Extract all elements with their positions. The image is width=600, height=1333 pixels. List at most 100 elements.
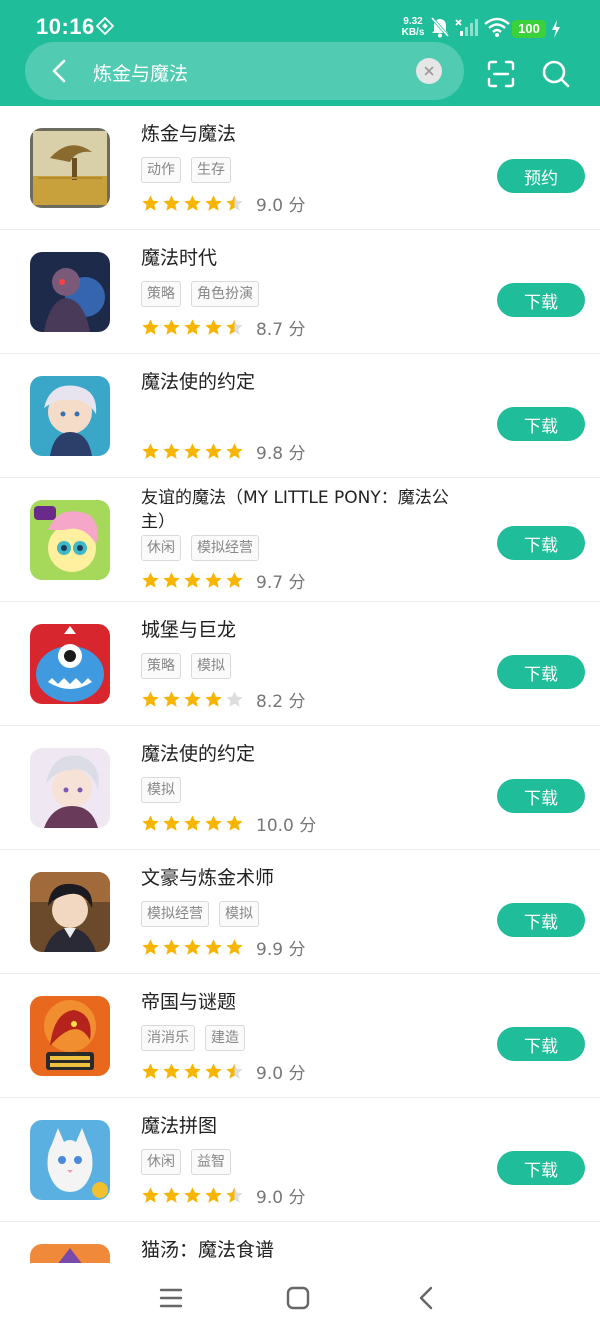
- star-full-icon: [163, 319, 180, 335]
- app-icon-promise-of-wizard-2: [30, 748, 110, 828]
- list-item[interactable]: 炼金与魔法 动作 生存 9.0 分 预约: [0, 106, 600, 230]
- list-item[interactable]: 城堡与巨龙 策略 模拟 8.2 分 下载: [0, 602, 600, 726]
- list-item[interactable]: 魔法使的约定 9.8 分 下载: [0, 354, 600, 478]
- star-full-icon: [142, 443, 159, 459]
- star-full-icon: [163, 572, 180, 588]
- app-name: 魔法拼图: [141, 1115, 218, 1137]
- app-score: 9.7 分: [256, 573, 306, 593]
- star-full-icon: [163, 1063, 180, 1079]
- download-button[interactable]: 下载: [497, 1027, 585, 1061]
- reserve-button[interactable]: 预约: [497, 159, 585, 193]
- download-button[interactable]: 下载: [497, 779, 585, 813]
- location-diamond-icon: [95, 16, 115, 39]
- app-tag: 休闲: [141, 1149, 181, 1175]
- download-button[interactable]: 下载: [497, 283, 585, 317]
- scan-button[interactable]: [486, 59, 516, 89]
- list-item[interactable]: 友谊的魔法（MY LITTLE PONY：魔法公主） 休闲 模拟经营 9.7 分…: [0, 478, 600, 602]
- charging-icon: [551, 20, 561, 42]
- star-full-icon: [184, 1063, 201, 1079]
- app-header: 10:16 9.32 KB/s 100: [0, 0, 600, 106]
- app-name: 帝国与谜题: [141, 991, 237, 1013]
- download-button[interactable]: 下载: [497, 526, 585, 560]
- app-tag: 策略: [141, 653, 181, 679]
- star-full-icon: [142, 319, 159, 335]
- menu-icon[interactable]: [156, 1283, 186, 1313]
- app-rating: 9.8 分: [141, 439, 305, 464]
- status-bar: 10:16 9.32 KB/s 100: [0, 0, 600, 44]
- app-rating: 9.9 分: [141, 935, 305, 960]
- app-icon-magic-puzzle: [30, 1120, 110, 1200]
- app-tag: 生存: [191, 157, 231, 183]
- app-tag: 模拟: [191, 653, 231, 679]
- app-rating: 8.7 分: [141, 315, 305, 340]
- app-score: 8.2 分: [256, 692, 306, 712]
- star-full-icon: [184, 939, 201, 955]
- download-button[interactable]: 下载: [497, 655, 585, 689]
- star-full-icon: [184, 815, 201, 831]
- app-tag: 动作: [141, 157, 181, 183]
- star-full-icon: [142, 195, 159, 211]
- download-button[interactable]: 下载: [497, 1151, 585, 1185]
- app-icon-my-little-pony: [30, 500, 110, 580]
- back-nav-icon[interactable]: [412, 1283, 442, 1313]
- app-score: 9.8 分: [256, 444, 306, 464]
- app-tags: 休闲 模拟经营: [141, 535, 259, 561]
- status-time: 10:16: [36, 14, 95, 39]
- app-name: 魔法时代: [141, 247, 218, 269]
- list-item[interactable]: 帝国与谜题 消消乐 建造 9.0 分 下载: [0, 974, 600, 1098]
- search-button[interactable]: [541, 59, 571, 89]
- star-full-icon: [226, 443, 243, 459]
- app-tag: 策略: [141, 281, 181, 307]
- star-full-icon: [205, 319, 222, 335]
- star-full-icon: [226, 939, 243, 955]
- search-input[interactable]: [91, 54, 395, 90]
- star-half-icon: [226, 319, 243, 335]
- star-full-icon: [184, 319, 201, 335]
- search-results-list[interactable]: 炼金与魔法 动作 生存 9.0 分 预约 魔法时代 策略 角色扮演 8.7 分 …: [0, 106, 600, 1263]
- signal-icon: [454, 16, 478, 42]
- home-icon[interactable]: [283, 1283, 313, 1313]
- star-full-icon: [205, 1063, 222, 1079]
- list-item[interactable]: 猫汤：魔法食谱: [0, 1222, 600, 1263]
- app-tag: 模拟经营: [191, 535, 259, 561]
- star-full-icon: [226, 815, 243, 831]
- app-name: 炼金与魔法: [141, 123, 237, 145]
- list-item[interactable]: 魔法使的约定 模拟 10.0 分 下载: [0, 726, 600, 850]
- star-full-icon: [205, 195, 222, 211]
- app-icon-bungo-and-alchemist: [30, 872, 110, 952]
- app-icon-cat-soup: [30, 1244, 110, 1263]
- mute-bell-icon: [430, 16, 450, 42]
- star-full-icon: [142, 1063, 159, 1079]
- app-icon-age-of-magic: [30, 252, 110, 332]
- app-tags: 模拟经营 模拟: [141, 901, 259, 927]
- star-full-icon: [205, 443, 222, 459]
- list-item[interactable]: 魔法时代 策略 角色扮演 8.7 分 下载: [0, 230, 600, 354]
- star-full-icon: [205, 572, 222, 588]
- star-full-icon: [163, 815, 180, 831]
- star-full-icon: [142, 815, 159, 831]
- star-half-icon: [226, 195, 243, 211]
- app-tag: 益智: [191, 1149, 231, 1175]
- app-name: 城堡与巨龙: [141, 619, 237, 641]
- app-rating: 9.0 分: [141, 1183, 305, 1208]
- app-rating: 9.0 分: [141, 1059, 305, 1084]
- app-tags: 策略 角色扮演: [141, 281, 259, 307]
- star-full-icon: [163, 1187, 180, 1203]
- list-item[interactable]: 魔法拼图 休闲 益智 9.0 分 下载: [0, 1098, 600, 1222]
- star-empty-icon: [226, 691, 243, 707]
- app-tag: 模拟: [141, 777, 181, 803]
- star-full-icon: [205, 815, 222, 831]
- download-button[interactable]: 下载: [497, 903, 585, 937]
- star-half-icon: [226, 1063, 243, 1079]
- back-button[interactable]: [45, 56, 75, 86]
- app-name: 友谊的魔法（MY LITTLE PONY：魔法公主）: [141, 488, 449, 532]
- download-button[interactable]: 下载: [497, 407, 585, 441]
- star-full-icon: [163, 195, 180, 211]
- list-item[interactable]: 文豪与炼金术师 模拟经营 模拟 9.9 分 下载: [0, 850, 600, 974]
- search-bar: [25, 42, 464, 100]
- clear-search-button[interactable]: [416, 58, 442, 84]
- star-full-icon: [205, 939, 222, 955]
- star-full-icon: [142, 572, 159, 588]
- star-full-icon: [142, 939, 159, 955]
- app-rating: 9.0 分: [141, 191, 305, 216]
